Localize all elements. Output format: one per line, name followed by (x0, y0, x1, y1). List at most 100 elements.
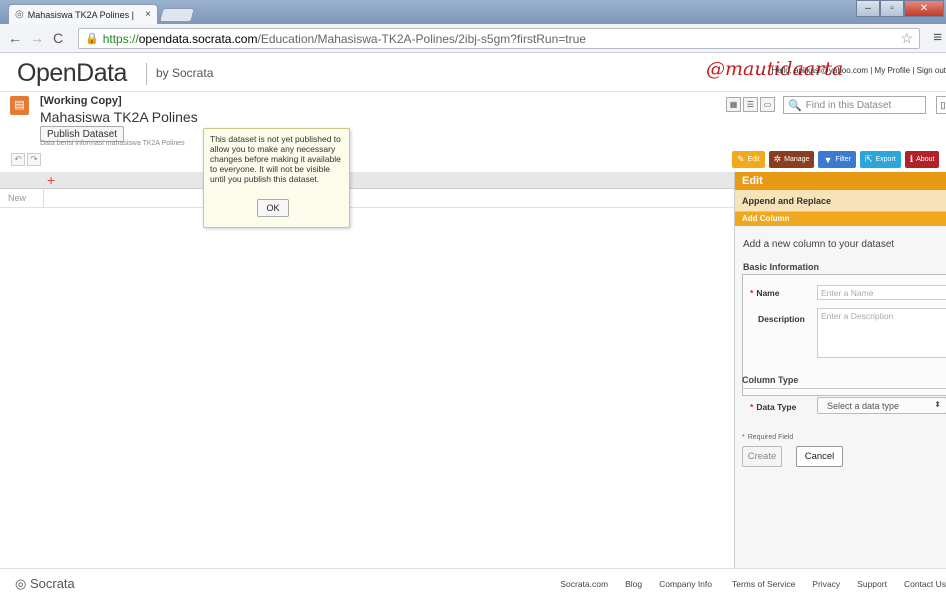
manage-button[interactable]: ✲ Manage (768, 151, 815, 168)
ok-button[interactable]: OK (257, 199, 289, 217)
new-tab-button[interactable] (159, 8, 195, 22)
footer-link[interactable]: Company Info (659, 579, 712, 589)
window-controls: – ▫ ✕ (856, 0, 944, 17)
basic-information-heading: Basic Information (743, 262, 820, 272)
user-actions[interactable]: Hello, aplikasi@yahoo.com | My Profile |… (771, 66, 946, 75)
description-field[interactable] (817, 308, 946, 358)
url-path: /Education/Mahasiswa-TK2A-Polines/2ibj-s… (257, 31, 586, 46)
filter-button[interactable]: ▼ Filter (818, 151, 856, 168)
find-input[interactable] (805, 99, 926, 111)
browser-toolbar: ← → C 🔒 https:// opendata.socrata.com /E… (0, 24, 946, 53)
by-socrata-label: by Socrata (156, 66, 214, 80)
footer-link[interactable]: Socrata.com (560, 579, 608, 589)
edit-button[interactable]: ✎ Edit (732, 151, 765, 168)
manage-label: Manage (784, 156, 810, 163)
url-scheme: https:// (102, 31, 139, 46)
page-view-icon[interactable]: ▭ (760, 97, 775, 112)
working-copy-label: [Working Copy] (40, 95, 122, 107)
edit-label: Edit (747, 156, 760, 163)
info-icon: ℹ (909, 154, 914, 164)
logo-divider (146, 63, 147, 85)
dataset-description: Data berisi informasi mahasiswa TK2A Pol… (40, 140, 185, 147)
dataset-icon: ▤ (10, 96, 29, 115)
required-star-icon: * (750, 402, 754, 412)
list-view-icon[interactable]: ☰ (743, 97, 758, 112)
table-row[interactable] (0, 189, 734, 208)
filter-label: Filter (835, 156, 851, 163)
maximize-icon[interactable]: ▫ (880, 0, 904, 17)
create-button[interactable]: Create (742, 446, 782, 467)
tab-title: Mahasiswa TK2A Polines | (27, 9, 134, 20)
find-options-icon[interactable]: ▯ (936, 96, 946, 114)
data-type-label: * Data Type (750, 402, 796, 412)
required-star-icon: * (742, 434, 745, 441)
name-label-text: Name (756, 288, 780, 298)
required-field-text: Required Field (747, 434, 794, 441)
name-label: * Name (750, 288, 779, 298)
required-star-icon: * (750, 288, 754, 298)
footer-link[interactable]: Blog (625, 579, 642, 589)
footer-link[interactable]: Support (857, 579, 887, 589)
new-row-label: New (8, 193, 27, 203)
footer-link[interactable]: Privacy (812, 579, 840, 589)
export-label: Export (875, 156, 896, 163)
footer-logo[interactable]: ◎ Socrata (15, 576, 75, 592)
cancel-button[interactable]: Cancel (796, 446, 843, 467)
dataset-title: Mahasiswa TK2A Polines (40, 109, 198, 125)
address-bar[interactable]: 🔒 https:// opendata.socrata.com /Educati… (78, 28, 920, 49)
bookmark-star-icon[interactable]: ☆ (900, 30, 913, 47)
browser-tab[interactable]: ◎ Mahasiswa TK2A Polines | × (8, 4, 158, 24)
data-type-value: Select a data type (827, 401, 900, 411)
column-type-heading: Column Type (742, 375, 799, 385)
row-divider (43, 189, 44, 208)
filter-icon: ▼ (823, 154, 833, 165)
grid-view-icon[interactable]: ▦ (726, 97, 741, 112)
export-icon: ⇱ (864, 154, 873, 164)
socrata-favicon-icon: ◎ (15, 9, 24, 20)
undo-icon[interactable]: ↶ (11, 153, 25, 166)
search-icon: 🔍 (788, 99, 802, 112)
browser-titlebar: ◎ Mahasiswa TK2A Polines | × – ▫ ✕ (0, 0, 946, 24)
add-column-intro: Add a new column to your dataset (743, 239, 895, 250)
socrata-logo-icon: ◎ (15, 576, 27, 591)
footer: ◎ Socrata Socrata.com Blog Company Info … (0, 568, 946, 597)
forward-icon[interactable]: → (30, 30, 44, 46)
action-bar: ✎ Edit ✲ Manage ▼ Filter ⇱ Export ℹ About (732, 151, 940, 168)
edit-panel: Edit Append and Replace Add Column Add a… (734, 172, 946, 568)
site-header: OpenData by Socrata @mautidaarta Hello, … (0, 53, 946, 92)
required-field-note: * Required Field (742, 434, 793, 441)
add-column-icon[interactable]: + (47, 172, 55, 189)
browser-menu-icon[interactable]: ≡ (933, 29, 942, 46)
gear-icon: ✲ (773, 154, 782, 164)
grid-header (0, 172, 734, 189)
lock-icon: 🔒 (85, 33, 99, 45)
add-column-section[interactable]: Add Column (735, 212, 946, 226)
export-button[interactable]: ⇱ Export (859, 151, 901, 168)
redo-icon[interactable]: ↷ (27, 153, 41, 166)
footer-logo-text: Socrata (29, 576, 75, 591)
data-type-label-text: Data Type (756, 402, 797, 412)
append-and-replace-section[interactable]: Append and Replace (735, 190, 946, 212)
about-label: About (916, 156, 935, 163)
back-icon[interactable]: ← (8, 30, 22, 46)
close-window-icon[interactable]: ✕ (904, 0, 944, 17)
footer-link[interactable]: Contact Us (904, 579, 946, 589)
panel-title: Edit (735, 172, 946, 190)
publish-tooltip: This dataset is not yet published to all… (203, 128, 350, 228)
footer-links: Socrata.com Blog Company Info Terms of S… (543, 579, 946, 589)
url-host: opendata.socrata.com (138, 31, 258, 46)
name-field[interactable] (817, 285, 946, 300)
description-label: Description (758, 314, 805, 324)
data-type-select[interactable]: Select a data type ⬍ (817, 397, 946, 414)
column-type-divider (742, 388, 946, 389)
select-arrow-icon: ⬍ (934, 400, 941, 409)
reload-icon[interactable]: C (53, 30, 63, 46)
minimize-icon[interactable]: – (856, 0, 880, 17)
find-in-dataset[interactable]: 🔍 (783, 96, 926, 114)
about-button[interactable]: ℹ About (904, 151, 940, 168)
footer-link[interactable]: Terms of Service (732, 579, 795, 589)
opendata-logo[interactable]: OpenData (17, 59, 127, 88)
view-mode-toggle: ▦ ☰ ▭ (726, 97, 775, 112)
tooltip-text: This dataset is not yet published to all… (210, 134, 341, 184)
tab-close-icon[interactable]: × (145, 9, 151, 20)
